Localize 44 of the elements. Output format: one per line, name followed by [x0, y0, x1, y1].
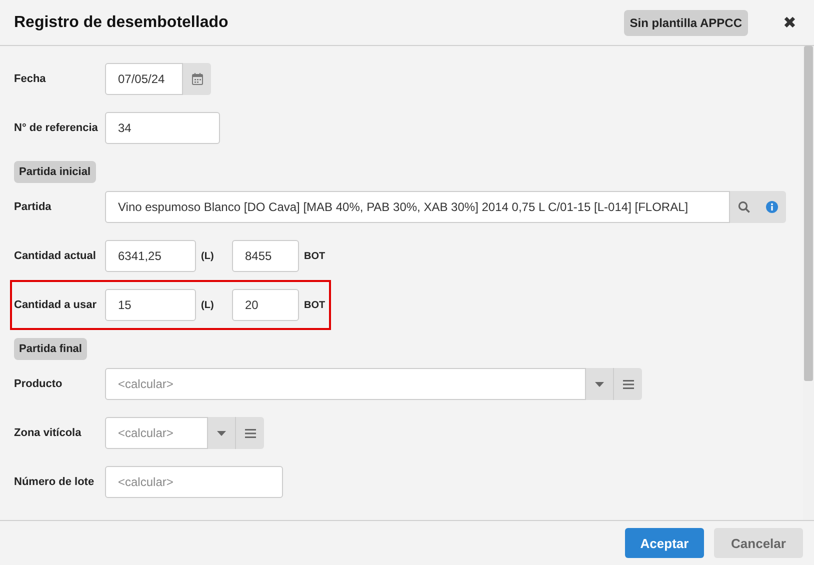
search-icon	[738, 201, 750, 213]
field-label: Cantidad actual	[14, 250, 97, 262]
field-label: Producto	[14, 378, 64, 390]
field-label: Zona vitícola	[14, 427, 82, 439]
input-field[interactable]: 07/05/24	[105, 63, 183, 95]
dropdown-button[interactable]	[586, 368, 614, 400]
caret-icon	[217, 430, 226, 436]
input-field[interactable]: <calcular>	[105, 417, 208, 449]
section-header: Partida final	[14, 338, 87, 360]
input-field[interactable]: 8455	[232, 240, 299, 272]
field-label: Partida	[14, 201, 52, 213]
menu-icon	[622, 380, 634, 388]
menu-icon	[244, 428, 256, 438]
dialog-title: Registro de desembotellado	[14, 14, 230, 32]
section-header: Partida inicial	[14, 161, 96, 183]
input-field[interactable]: <calcular>	[105, 466, 283, 498]
unit-label: BOT	[303, 250, 326, 262]
input-field[interactable]: 15	[105, 289, 196, 321]
info-icon	[766, 201, 778, 213]
unit-label: (L)	[200, 300, 215, 310]
field-label: Cantidad a usar	[14, 299, 98, 311]
status-badge: Sin plantilla APPCC	[624, 10, 748, 36]
input-field[interactable]: <calcular>	[105, 368, 586, 400]
close-button[interactable]: ✖	[783, 12, 796, 32]
field-label: N° de referencia	[14, 122, 99, 134]
list-button[interactable]	[614, 368, 642, 400]
caret-icon	[595, 382, 604, 386]
input-field[interactable]: 20	[232, 289, 299, 321]
calendar-button[interactable]	[183, 63, 211, 95]
info-button[interactable]	[758, 191, 786, 223]
unit-label: BOT	[303, 300, 326, 310]
field-label: Fecha	[14, 73, 47, 85]
dropdown-button[interactable]	[208, 417, 236, 449]
scrollbar-thumb[interactable]	[804, 46, 813, 381]
input-field[interactable]: 34	[105, 112, 220, 144]
input-field[interactable]: Vino espumoso Blanco [DO Cava] [MAB 40%, PAB 30%, XAB 30%] 2014 0,75 L C/01-15 [L-014] [FLORAL]	[105, 191, 730, 223]
list-button[interactable]	[236, 417, 264, 449]
field-label: Número de lote	[14, 476, 96, 488]
cancel-button[interactable]: Cancelar	[714, 528, 803, 558]
unit-label: (L)	[200, 250, 215, 262]
input-field[interactable]: 6341,25	[105, 240, 196, 272]
search-button[interactable]	[730, 191, 758, 223]
accept-button[interactable]: Aceptar	[625, 528, 704, 558]
calendar-icon	[192, 73, 202, 85]
